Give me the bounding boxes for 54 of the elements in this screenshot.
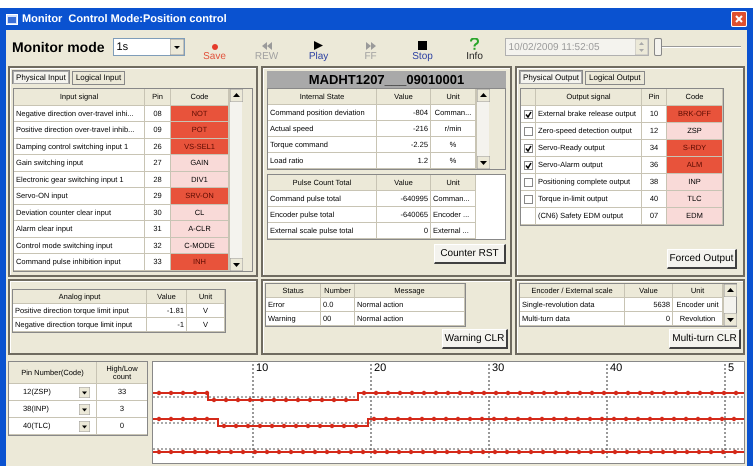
action-button[interactable]: Forced Output (667, 249, 737, 269)
action-button[interactable]: Counter RST (434, 244, 506, 264)
checkbox[interactable] (524, 126, 532, 136)
scroll-down-icon[interactable] (477, 156, 490, 169)
dropdown-arrow-icon (79, 386, 90, 398)
scrollbar[interactable] (476, 89, 489, 169)
scrollbar[interactable] (723, 284, 736, 326)
checkbox[interactable] (524, 178, 532, 186)
dropdown-arrow-icon (79, 420, 90, 432)
toolbar-button[interactable]: Stop (400, 32, 445, 62)
checkbox[interactable] (524, 194, 532, 204)
toolbar-button[interactable]: Info (452, 32, 497, 62)
mode-dropdown[interactable]: 1s (112, 38, 185, 56)
close-button[interactable] (731, 11, 747, 27)
tick-label: 20 (374, 363, 386, 374)
action-button[interactable]: Warning CLR (442, 329, 508, 349)
rewind-icon (262, 42, 272, 50)
dropdown-value: 1s (116, 40, 128, 55)
tab[interactable]: Logical Output (585, 71, 645, 85)
tick-label: 5 (728, 363, 734, 374)
time-slider[interactable] (656, 37, 741, 57)
tick-label: 30 (492, 363, 504, 374)
scroll-up-icon[interactable] (230, 89, 243, 102)
tick-label: 40 (610, 363, 622, 374)
action-button[interactable]: Multi-turn CLR (669, 329, 741, 349)
window-icon (6, 14, 18, 24)
dropdown-arrow-icon (170, 39, 184, 55)
scroll-down-icon[interactable] (724, 313, 737, 326)
monitor-mode-label: Monitor mode (12, 38, 105, 56)
tab[interactable]: Physical Output (519, 70, 584, 84)
dropdown-arrow-icon (79, 404, 90, 414)
checkbox[interactable] (524, 110, 532, 118)
scroll-down-icon[interactable] (230, 258, 243, 270)
tab[interactable]: Logical Input (72, 71, 126, 85)
window-title: Monitor Control Mode:Position control (22, 12, 227, 27)
checkbox[interactable] (524, 160, 532, 170)
question-icon (470, 38, 480, 50)
close-icon (735, 15, 743, 23)
model-header: MADHT1207___09010001 (267, 71, 506, 88)
check-icon (524, 162, 532, 168)
stop-icon (418, 41, 428, 50)
tick-label: 10 (256, 363, 268, 374)
check-icon (524, 144, 532, 152)
fast-forward-icon (366, 42, 376, 50)
tab[interactable]: Physical Input (12, 70, 70, 84)
toolbar-button[interactable]: Play (296, 32, 341, 62)
scroll-up-icon[interactable] (724, 284, 737, 297)
record-icon (212, 44, 218, 50)
scroll-up-icon[interactable] (477, 89, 490, 102)
play-icon (314, 41, 324, 50)
scrollbar[interactable] (229, 89, 242, 270)
slider-thumb[interactable] (654, 38, 662, 56)
check-icon (524, 110, 532, 118)
checkbox[interactable] (524, 144, 532, 152)
